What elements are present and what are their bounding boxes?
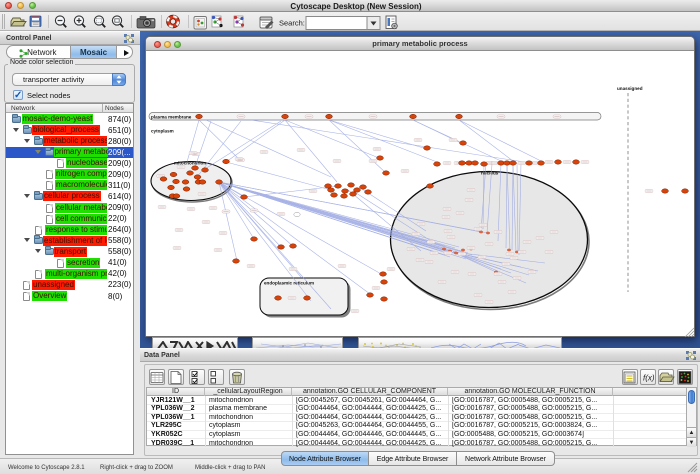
svg-text:mitochondrion: mitochondrion [174, 161, 206, 166]
svg-text:plasma membrane: plasma membrane [151, 114, 192, 119]
svg-text:unassigned: unassigned [617, 86, 643, 91]
svg-text:f(x): f(x) [643, 374, 655, 383]
svg-text:cytoplasm: cytoplasm [151, 129, 174, 134]
svg-text:Search:: Search: [279, 19, 305, 28]
